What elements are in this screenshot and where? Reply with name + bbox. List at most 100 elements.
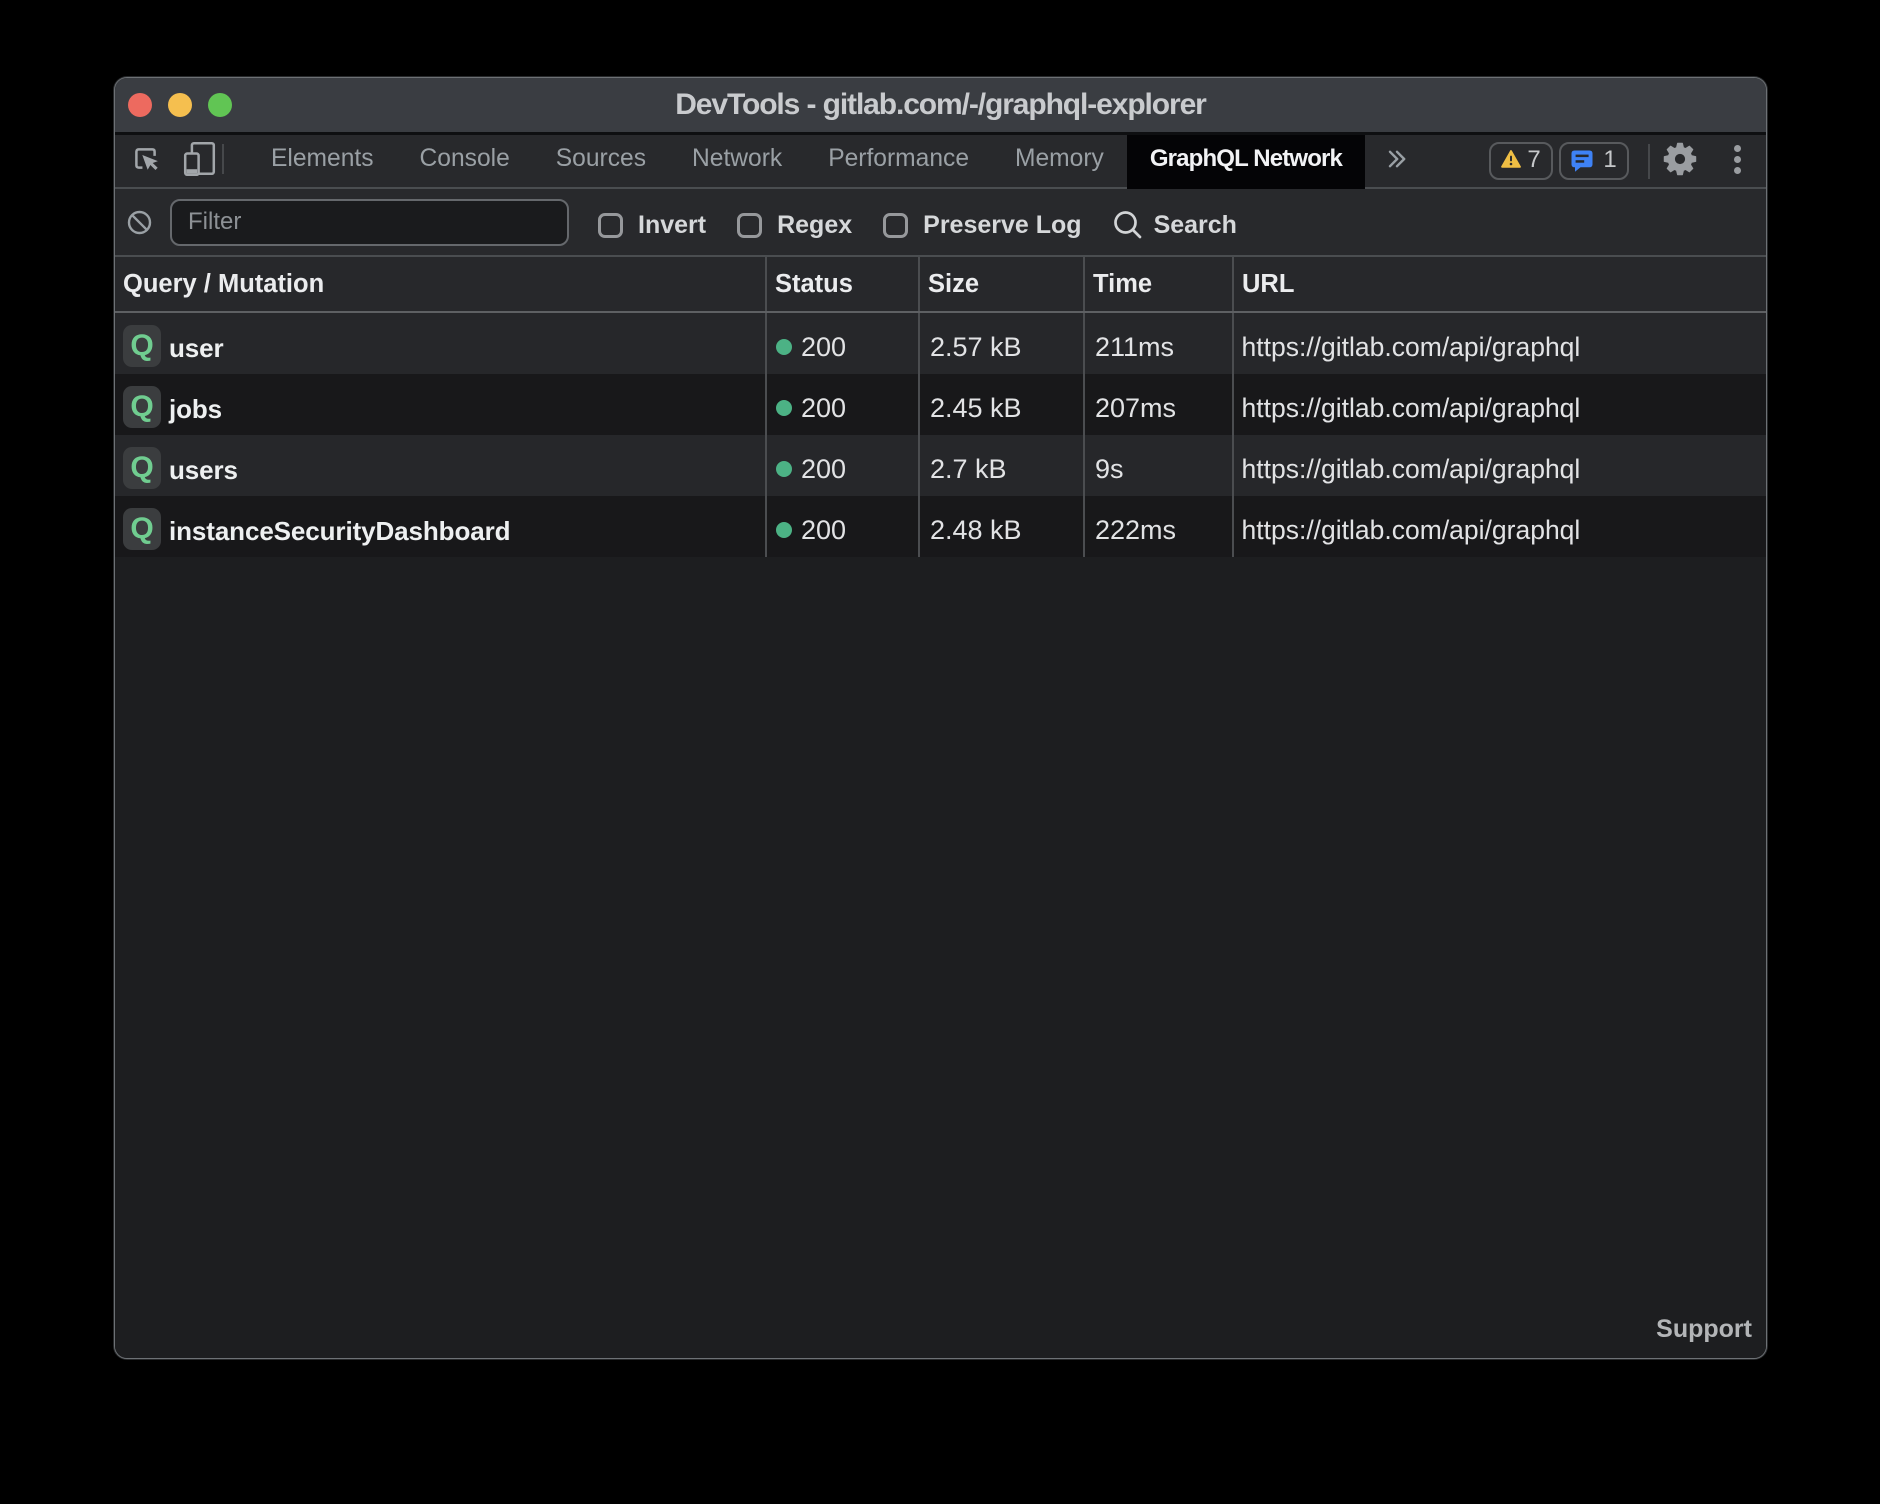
- settings-gear-icon[interactable]: [1660, 139, 1700, 179]
- more-tabs-icon[interactable]: [1388, 148, 1406, 170]
- column-header-status[interactable]: Status: [765, 257, 918, 311]
- request-url: https://gitlab.com/api/graphql: [1242, 393, 1581, 424]
- query-type-badge: Q: [123, 508, 161, 550]
- close-button[interactable]: [128, 93, 152, 117]
- warning-icon: [1501, 150, 1521, 168]
- table-empty-area: Support: [115, 557, 1766, 1358]
- size-cell: 2.57 kB: [918, 313, 1083, 374]
- toggle-device-toolbar-icon[interactable]: [184, 142, 215, 176]
- query-type-badge: Q: [123, 447, 161, 489]
- preserve-log-label: Preserve Log: [923, 211, 1081, 240]
- time-cell: 222ms: [1083, 496, 1232, 557]
- query-name: user: [169, 333, 224, 364]
- devtools-window: DevTools - gitlab.com/-/graphql-explorer…: [114, 77, 1767, 1359]
- clear-icon[interactable]: [127, 210, 152, 235]
- minimize-button[interactable]: [168, 93, 192, 117]
- kebab-dot: [1734, 145, 1741, 152]
- invert-label: Invert: [638, 211, 706, 240]
- response-size: 2.57 kB: [930, 332, 1022, 363]
- kebab-dot: [1734, 167, 1741, 174]
- network-toolbar: Invert Regex Preserve Log Search: [115, 189, 1766, 257]
- titlebar: DevTools - gitlab.com/-/graphql-explorer: [115, 78, 1766, 135]
- response-time: 222ms: [1095, 515, 1176, 546]
- invert-checkbox-group: Invert: [598, 211, 706, 240]
- status-code: 200: [801, 515, 846, 546]
- size-cell: 2.48 kB: [918, 496, 1083, 557]
- preserve-log-checkbox[interactable]: [883, 213, 908, 238]
- query-name: jobs: [169, 394, 222, 425]
- search-icon: [1113, 210, 1143, 240]
- status-cell: 200: [765, 313, 918, 374]
- size-cell: 2.7 kB: [918, 435, 1083, 496]
- size-cell: 2.45 kB: [918, 374, 1083, 435]
- warnings-badge[interactable]: 7: [1489, 142, 1553, 180]
- support-link[interactable]: Support: [1656, 1315, 1752, 1344]
- status-cell: 200: [765, 496, 918, 557]
- search-group[interactable]: Search: [1113, 210, 1237, 240]
- warning-count: 7: [1527, 146, 1540, 174]
- query-cell: Q user: [115, 313, 765, 374]
- response-time: 9s: [1095, 454, 1124, 485]
- messages-badge[interactable]: 1: [1559, 142, 1629, 180]
- response-time: 207ms: [1095, 393, 1176, 424]
- tab-elements[interactable]: Elements: [248, 135, 397, 187]
- status-ok-dot: [776, 339, 792, 355]
- regex-checkbox[interactable]: [737, 213, 762, 238]
- regex-checkbox-group: Regex: [737, 211, 852, 240]
- url-cell: https://gitlab.com/api/graphql: [1232, 496, 1766, 557]
- table-row[interactable]: Q user 200 2.57 kB 211ms https://gitlab.…: [115, 313, 1766, 374]
- status-cell: 200: [765, 435, 918, 496]
- column-header-url[interactable]: URL: [1232, 257, 1766, 311]
- response-time: 211ms: [1095, 332, 1174, 363]
- query-cell: Q instanceSecurityDashboard: [115, 496, 765, 557]
- invert-checkbox[interactable]: [598, 213, 623, 238]
- url-cell: https://gitlab.com/api/graphql: [1232, 313, 1766, 374]
- search-label: Search: [1154, 211, 1237, 240]
- tab-performance[interactable]: Performance: [805, 135, 992, 187]
- window-title: DevTools - gitlab.com/-/graphql-explorer: [675, 88, 1206, 122]
- tabbar-separator: [222, 144, 224, 174]
- url-cell: https://gitlab.com/api/graphql: [1232, 435, 1766, 496]
- tab-graphql-network[interactable]: GraphQL Network: [1127, 135, 1365, 187]
- preserve-log-checkbox-group: Preserve Log: [883, 211, 1081, 240]
- query-type-badge: Q: [123, 386, 161, 428]
- column-header-time[interactable]: Time: [1083, 257, 1232, 311]
- column-header-size[interactable]: Size: [918, 257, 1083, 311]
- request-url: https://gitlab.com/api/graphql: [1242, 332, 1581, 363]
- table-row[interactable]: Q jobs 200 2.45 kB 207ms https://gitlab.…: [115, 374, 1766, 435]
- tab-console[interactable]: Console: [397, 135, 533, 187]
- zoom-button[interactable]: [208, 93, 232, 117]
- status-ok-dot: [776, 522, 792, 538]
- query-cell: Q users: [115, 435, 765, 496]
- query-type-badge: Q: [123, 325, 161, 367]
- regex-label: Regex: [777, 211, 852, 240]
- panel-tabs: Elements Console Sources Network Perform…: [248, 135, 1365, 187]
- inspect-element-icon[interactable]: [133, 146, 159, 172]
- tab-network[interactable]: Network: [669, 135, 805, 187]
- response-size: 2.45 kB: [930, 393, 1022, 424]
- table-row[interactable]: Q instanceSecurityDashboard 200 2.48 kB …: [115, 496, 1766, 557]
- message-icon: [1571, 150, 1593, 172]
- controls-separator: [1648, 144, 1650, 179]
- message-count: 1: [1603, 146, 1616, 174]
- column-header-query-mutation[interactable]: Query / Mutation: [115, 257, 765, 311]
- more-options-icon[interactable]: [1734, 145, 1741, 174]
- time-cell: 211ms: [1083, 313, 1232, 374]
- query-name: users: [169, 455, 238, 486]
- traffic-lights: [128, 78, 232, 132]
- table-row[interactable]: Q users 200 2.7 kB 9s https://gitlab.com…: [115, 435, 1766, 496]
- tabbar-right-controls: 7 1: [1489, 139, 1741, 184]
- requests-table: Query / Mutation Status Size Time URL Q …: [115, 257, 1766, 1358]
- status-ok-dot: [776, 400, 792, 416]
- query-name: instanceSecurityDashboard: [169, 516, 510, 547]
- filter-input[interactable]: [170, 199, 569, 246]
- tab-memory[interactable]: Memory: [992, 135, 1127, 187]
- request-url: https://gitlab.com/api/graphql: [1242, 515, 1581, 546]
- status-code: 200: [801, 332, 846, 363]
- url-cell: https://gitlab.com/api/graphql: [1232, 374, 1766, 435]
- devtools-tabbar: Elements Console Sources Network Perform…: [115, 135, 1766, 189]
- time-cell: 207ms: [1083, 374, 1232, 435]
- status-ok-dot: [776, 461, 792, 477]
- table-header-row: Query / Mutation Status Size Time URL: [115, 257, 1766, 313]
- tab-sources[interactable]: Sources: [533, 135, 669, 187]
